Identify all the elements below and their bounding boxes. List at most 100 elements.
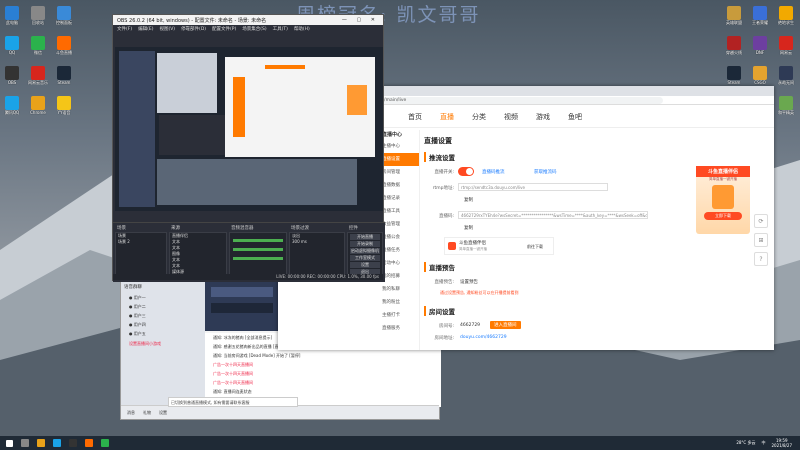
rtmp-field[interactable]: rtmp://sendtc3a.douyu.com/live — [458, 183, 608, 191]
desktop-icon[interactable]: Chrome — [26, 96, 50, 122]
ime-indicator[interactable]: 中 — [761, 440, 765, 446]
nav-item[interactable]: 首页 — [408, 112, 422, 122]
set-notice-button[interactable]: 设置预告 — [460, 279, 478, 285]
nav-item[interactable]: 鱼吧 — [568, 112, 582, 122]
obs-titlebar[interactable]: OBS 26.0.2 (64 bit, windows) - 配置文件: 未命名… — [113, 15, 383, 25]
side-tool-icon[interactable]: ⊞ — [754, 233, 768, 247]
obs-menu-item[interactable]: 工具(T) — [273, 26, 288, 32]
desktop-icon[interactable]: OBS — [0, 66, 24, 92]
search-icon[interactable] — [21, 439, 29, 447]
controls-dock[interactable]: 开始直播 开始录制 启动虚拟摄像机 工作室模式 设置 退出 — [347, 232, 383, 280]
obs-menu-item[interactable]: 视图(V) — [159, 26, 175, 32]
member-item[interactable]: ● 用户一 — [121, 293, 205, 302]
code-field[interactable]: 4662729rxTYEh4e?wsSecret=***************… — [458, 211, 648, 219]
desktop-icon[interactable]: 永劫无间 — [774, 66, 798, 92]
desktop-icon[interactable]: 和平精英 — [774, 96, 798, 122]
member-item[interactable]: ● 用户五 — [121, 329, 205, 338]
transitions-dock[interactable]: 淡出 300 ms — [289, 232, 345, 280]
assistant-download-link[interactable]: 前往下载 — [527, 244, 543, 250]
sidebar-item[interactable]: 直播记录 — [378, 192, 419, 205]
chat-toolbar-item[interactable]: 礼物 — [143, 410, 151, 416]
desktop-icon[interactable]: YY语音 — [52, 96, 76, 122]
desktop-icon[interactable]: 绝地求生 — [774, 6, 798, 32]
desktop-icon[interactable]: 微信 — [26, 36, 50, 62]
desktop-icon[interactable]: 网易云音乐 — [26, 66, 50, 92]
control-button[interactable]: 工作室模式 — [350, 255, 380, 261]
enter-room-button[interactable]: 进入直播间 — [490, 321, 521, 329]
control-button[interactable]: 启动虚拟摄像机 — [350, 248, 380, 254]
nav-item[interactable]: 游戏 — [536, 112, 550, 122]
group-hint[interactable]: 设置直播间小游戏 — [121, 338, 205, 350]
mixer-dock[interactable] — [229, 232, 287, 280]
app-icon — [5, 66, 19, 80]
copy-code-button[interactable]: 复制 — [464, 225, 473, 231]
side-tool-icon[interactable]: ? — [754, 252, 768, 266]
obs-menu-item[interactable]: 编辑(E) — [138, 26, 153, 32]
copy-rtmp-button[interactable]: 复制 — [464, 197, 473, 203]
desktop-icon[interactable]: 此电脑 — [0, 6, 24, 32]
desktop-icon[interactable]: Steam — [52, 66, 76, 92]
desktop-icon-label: Steam — [727, 80, 741, 85]
nav-item[interactable]: 视频 — [504, 112, 518, 122]
push-link-get[interactable]: 获取推流码 — [534, 169, 557, 175]
clock[interactable]: 19:59 2021/8/27 — [771, 438, 792, 448]
obs-menu-item[interactable]: 停靠部件(D) — [181, 26, 206, 32]
weather-text[interactable]: 28°C 多云 — [736, 440, 755, 446]
chat-message: 广告一次十四天直播间 — [213, 380, 253, 385]
obs-window[interactable]: OBS 26.0.2 (64 bit, windows) - 配置文件: 未命名… — [112, 14, 385, 282]
wechat-taskbar-icon[interactable] — [101, 439, 109, 447]
room-addr[interactable]: douyu.com/4662729 — [460, 335, 507, 340]
desktop-icon[interactable]: 斗鱼直播 — [52, 36, 76, 62]
chat-toolbar-item[interactable]: 消息 — [127, 410, 135, 416]
sidebar-item[interactable]: 主播中心 — [378, 140, 419, 153]
douyu-taskbar-icon[interactable] — [85, 439, 93, 447]
member-item[interactable]: ● 用户三 — [121, 311, 205, 320]
desktop-icon[interactable]: 控制面板 — [52, 6, 76, 32]
nav-item[interactable]: 分类 — [472, 112, 486, 122]
start-icon[interactable] — [6, 439, 13, 447]
obs-menubar[interactable]: 文件(F) 编辑(E) 视图(V) 停靠部件(D) 配置文件(P) 场景集合(S) 工具(T… — [113, 25, 383, 32]
obs-menu-item[interactable]: 帮助(H) — [294, 26, 310, 32]
sidebar-item[interactable]: 我的粉丝 — [378, 296, 419, 309]
room-label: 房间号: — [438, 324, 454, 329]
scene-item[interactable]: 场景 2 — [116, 239, 166, 245]
obs-menu-item[interactable]: 配置文件(P) — [212, 26, 236, 32]
desktop-icon[interactable]: DNF — [748, 36, 772, 62]
sidebar-item[interactable]: 直播数据 — [378, 179, 419, 192]
sidebar-item[interactable]: 房间管理 — [378, 166, 419, 179]
obs-menu-item[interactable]: 场景集合(S) — [242, 26, 266, 32]
desktop-icon[interactable]: 英雄联盟 — [722, 6, 746, 32]
member-item[interactable]: ● 用户二 — [121, 302, 205, 311]
member-item[interactable]: ● 用户四 — [121, 320, 205, 329]
nav-item[interactable]: 直播 — [440, 112, 454, 122]
qq-taskbar-icon[interactable] — [53, 439, 61, 447]
sidebar-item[interactable]: 我的私聊 — [378, 283, 419, 296]
sidebar-item[interactable]: 主播打卡 — [378, 309, 419, 322]
chat-toolbar-item[interactable]: 设置 — [159, 410, 167, 416]
sidebar-item[interactable]: 直播设置 — [378, 153, 419, 166]
window-controls-icon[interactable]: — ▢ ✕ — [342, 17, 379, 23]
obs-taskbar-icon[interactable] — [69, 439, 77, 447]
push-link-code[interactable]: 直播码推流 — [482, 169, 505, 175]
desktop-icon[interactable]: 回收站 — [26, 6, 50, 32]
obs-preview[interactable] — [115, 47, 383, 211]
chrome-taskbar-icon[interactable] — [37, 439, 45, 447]
scenes-dock[interactable]: 场景 场景 2 — [115, 232, 167, 280]
sources-dock[interactable]: 直播伴侣 文本 文本 图像 文本 文本 媒体源 — [169, 232, 227, 280]
obs-menu-item[interactable]: 文件(F) — [117, 26, 132, 32]
sidebar-item[interactable]: 直播服务 — [378, 322, 419, 335]
control-button[interactable]: 开始录制 — [350, 241, 380, 247]
live-toggle[interactable] — [458, 167, 474, 176]
desktop-icon[interactable]: 王者荣耀 — [748, 6, 772, 32]
desktop-icon[interactable]: 网易云 — [774, 36, 798, 62]
sidebar-item[interactable]: 直播工具 — [378, 205, 419, 218]
transition-duration[interactable]: 300 ms — [290, 239, 344, 245]
desktop-icon[interactable]: QQ — [0, 36, 24, 62]
control-button[interactable]: 开始直播 — [350, 234, 380, 240]
desktop-icon[interactable]: 腾讯QQ — [0, 96, 24, 122]
side-tool-icon[interactable]: ⟳ — [754, 214, 768, 228]
control-button[interactable]: 设置 — [350, 262, 380, 268]
ad-download-button[interactable]: 立即下载 — [704, 212, 742, 220]
assistant-ad[interactable]: 斗鱼直播伴侣 简单直播一键开播 立即下载 — [696, 166, 750, 234]
desktop-icon[interactable]: 穿越火线 — [722, 36, 746, 62]
